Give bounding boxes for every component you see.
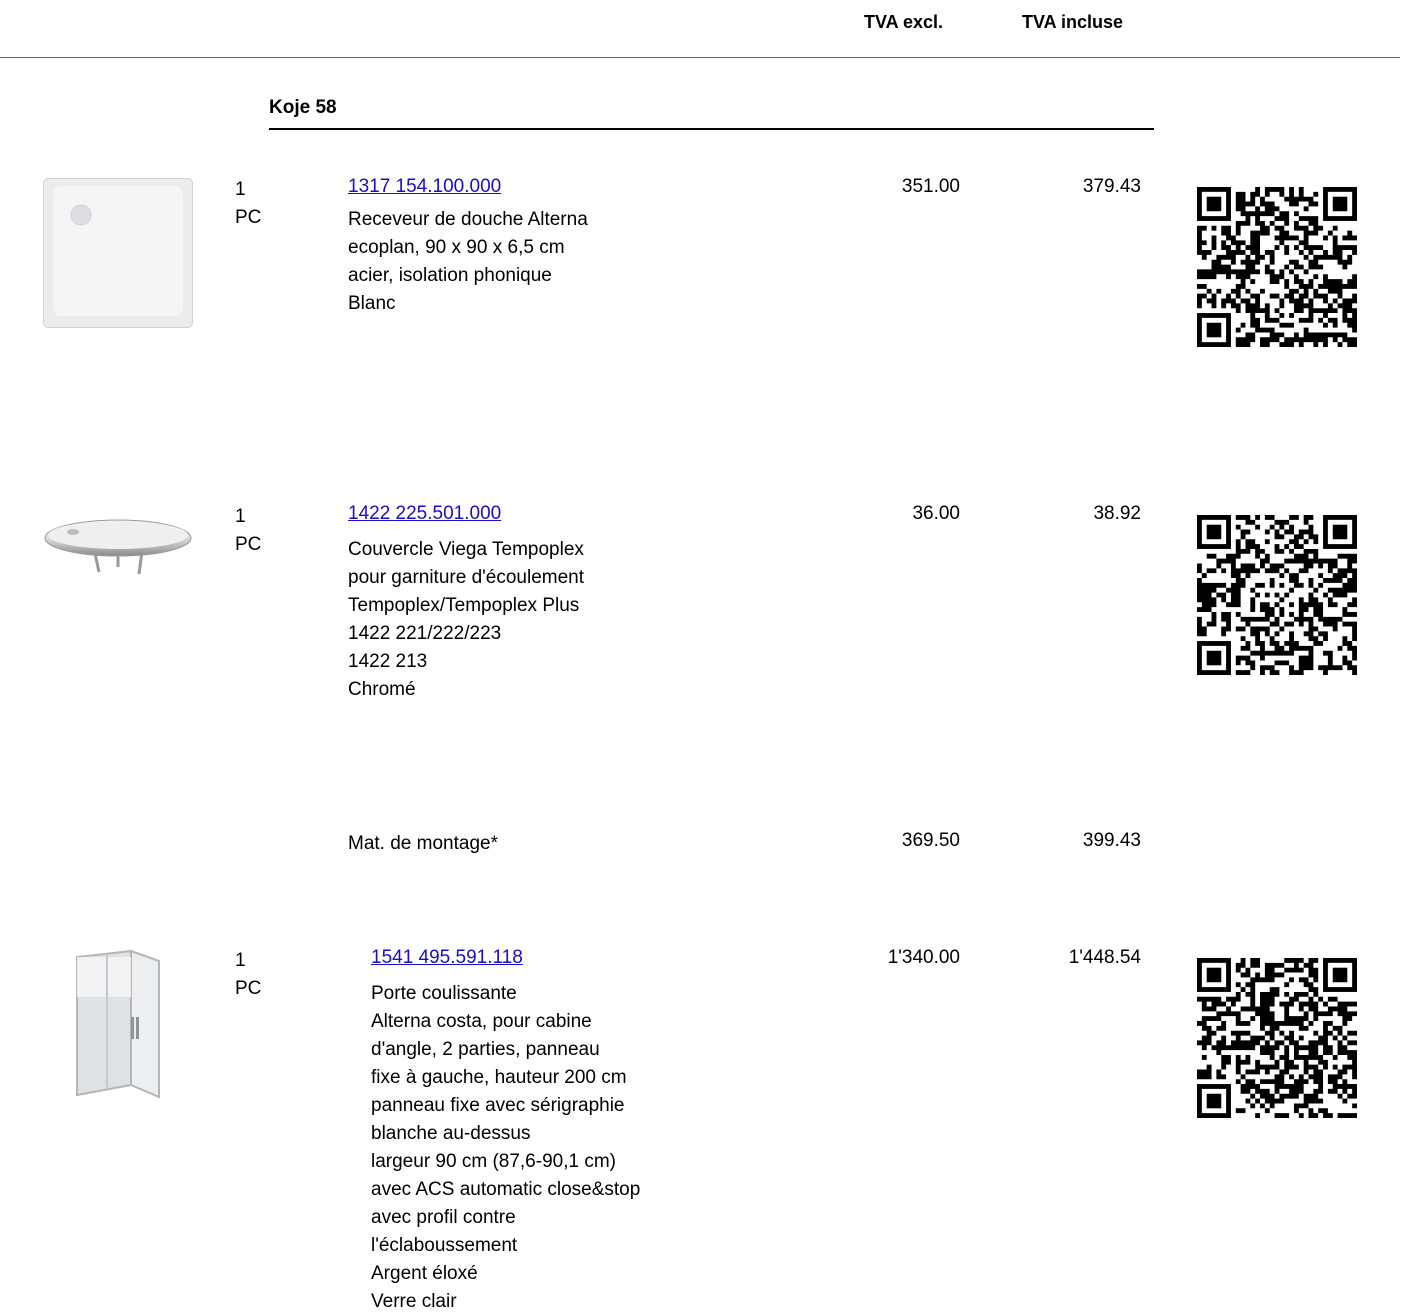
description-line: Receveur de douche Alterna: [348, 209, 588, 230]
price-excl: 36.00: [912, 503, 960, 524]
description-line: 1422 213: [348, 651, 428, 672]
unit: PC: [235, 534, 262, 555]
description-line: d'angle, 2 parties, panneau: [371, 1039, 600, 1060]
description-line: ecoplan, 90 x 90 x 6,5 cm: [348, 237, 565, 258]
description-line: Blanc: [348, 293, 396, 314]
description-line: 1422 221/222/223: [348, 623, 502, 644]
price-incl: 379.43: [1082, 176, 1141, 197]
description-line: blanche au-dessus: [371, 1123, 531, 1144]
mounting-label: Mat. de montage*: [348, 833, 498, 854]
description-line: Porte coulissante: [371, 983, 517, 1004]
description-line: Chromé: [348, 679, 416, 700]
section-title: Koje 58: [269, 97, 337, 118]
description-line: acier, isolation phonique: [348, 265, 552, 286]
mounting-price-excl: 369.50: [901, 830, 960, 851]
product-image-shower-door[interactable]: [73, 947, 163, 1106]
description-line: Verre clair: [371, 1291, 457, 1312]
product-image-shower-tray[interactable]: [43, 178, 193, 333]
price-excl: 351.00: [901, 176, 960, 197]
description-line: Tempoplex/Tempoplex Plus: [348, 595, 580, 616]
price-excl: 1'340.00: [887, 947, 960, 968]
article-link[interactable]: 1422 225.501.000: [348, 503, 501, 525]
header-divider: [0, 57, 1400, 58]
article-link[interactable]: 1317 154.100.000: [348, 176, 501, 198]
description-line: pour garniture d'écoulement: [348, 567, 584, 588]
quantity: 1: [235, 506, 246, 527]
quantity: 1: [235, 950, 246, 971]
description: Couvercle Viega Tempoplex pour garniture…: [348, 536, 584, 704]
qr-code: [1197, 958, 1357, 1118]
description: Receveur de douche Alterna ecoplan, 90 x…: [348, 206, 588, 318]
quantity: 1: [235, 179, 246, 200]
description-line: largeur 90 cm (87,6-90,1 cm): [371, 1151, 616, 1172]
description-line: avec profil contre: [371, 1207, 516, 1228]
column-header-incl: TVA incluse: [1022, 12, 1124, 32]
description-line: fixe à gauche, hauteur 200 cm: [371, 1067, 627, 1088]
section-divider: [269, 128, 1154, 130]
description-line: panneau fixe avec sérigraphie: [371, 1095, 625, 1116]
unit: PC: [235, 207, 262, 228]
price-incl: 38.92: [1093, 503, 1141, 524]
description: Porte coulissante Alterna costa, pour ca…: [371, 980, 640, 1316]
mounting-price-incl: 399.43: [1082, 830, 1141, 851]
description-line: avec ACS automatic close&stop: [371, 1179, 641, 1200]
description-line: Alterna costa, pour cabine: [371, 1011, 592, 1032]
article-link[interactable]: 1541 495.591.118: [371, 947, 523, 969]
column-header-excl: TVA excl.: [864, 12, 944, 32]
qr-code: [1197, 187, 1357, 347]
description-line: l'éclaboussement: [371, 1235, 518, 1256]
price-incl: 1'448.54: [1068, 947, 1141, 968]
description-line: Couvercle Viega Tempoplex: [348, 539, 584, 560]
description-line: Argent éloxé: [371, 1263, 478, 1284]
product-image-drain-cover[interactable]: [43, 512, 193, 587]
unit: PC: [235, 978, 262, 999]
qr-code: [1197, 515, 1357, 675]
